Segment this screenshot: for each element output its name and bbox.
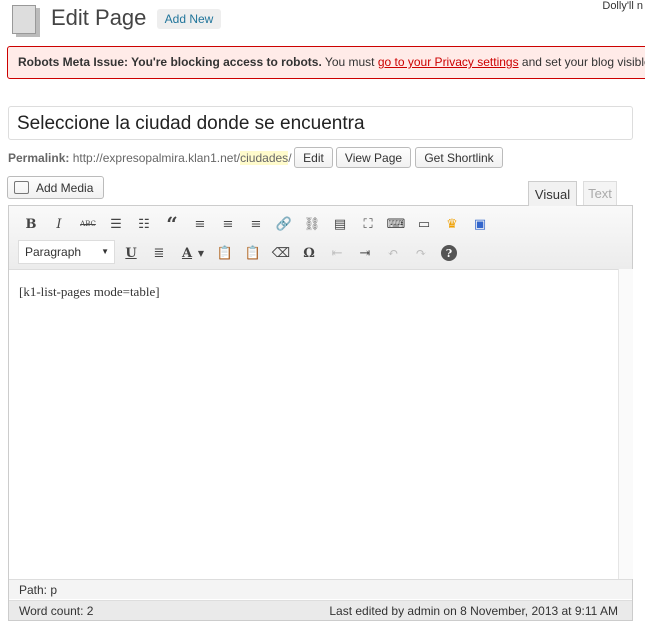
outdent-icon[interactable]: ⇤	[327, 243, 347, 263]
unlink-icon[interactable]: ⛓	[302, 214, 322, 234]
view-page-button[interactable]: View Page	[336, 147, 411, 168]
align-right-icon[interactable]: ≡	[246, 214, 266, 234]
editor: B I ABC ☰ ☷ “ ≡ ≡ ≡ 🔗 ⛓ ▤ ⛶ ⌨ ▭ ♛ ▣ Para…	[8, 205, 633, 621]
page-title: Edit Page	[51, 5, 147, 30]
add-new-button[interactable]: Add New	[157, 9, 221, 29]
notice-text: You must	[321, 55, 378, 69]
undo-icon[interactable]: ↶	[383, 243, 403, 263]
path-text: Path: p	[19, 583, 58, 597]
word-count: Word count: 2	[19, 604, 94, 618]
get-shortlink-button[interactable]: Get Shortlink	[415, 147, 503, 168]
permalink-label: Permalink:	[8, 151, 70, 165]
underline-button[interactable]: U	[121, 243, 141, 263]
add-media-label: Add Media	[36, 180, 94, 195]
notice-text-2: and set your blog visible	[518, 55, 645, 69]
editor-content[interactable]: [k1-list-pages mode=table]	[19, 284, 160, 300]
robots-notice: Robots Meta Issue: You're blocking acces…	[7, 46, 645, 79]
kitchen-sink-icon[interactable]: ⌨	[386, 214, 406, 234]
align-left-icon[interactable]: ≡	[190, 214, 210, 234]
bold-button[interactable]: B	[21, 214, 41, 234]
tab-visual[interactable]: Visual	[528, 181, 577, 206]
tab-text[interactable]: Text	[583, 181, 617, 205]
align-center-icon[interactable]: ≡	[218, 214, 238, 234]
path-bar: Path: p	[9, 579, 632, 599]
permalink-base: http://expresopalmira.klan1.net/	[72, 151, 241, 165]
add-media-button[interactable]: Add Media	[7, 176, 104, 199]
numbered-list-icon[interactable]: ☷	[134, 214, 154, 234]
help-button[interactable]: ?	[441, 245, 457, 261]
text-color-button[interactable]: A	[177, 243, 197, 263]
indent-icon[interactable]: ⇥	[355, 243, 375, 263]
text-color-dropdown-icon[interactable]: ▼	[196, 243, 206, 263]
italic-button[interactable]: I	[49, 214, 69, 234]
status-bar: Word count: 2 Last edited by admin on 8 N…	[9, 600, 632, 620]
privacy-settings-link[interactable]: go to your Privacy settings	[378, 55, 519, 69]
image-plugin-icon[interactable]: ▣	[470, 214, 490, 234]
chevron-down-icon: ▼	[101, 247, 109, 256]
permalink-row: Permalink: http://expresopalmira.klan1.n…	[8, 151, 292, 165]
notice-bold: Robots Meta Issue: You're blocking acces…	[18, 55, 322, 69]
strikethrough-button[interactable]: ABC	[78, 214, 98, 234]
hello-dolly-text: Dolly'll n	[602, 0, 643, 12]
format-select[interactable]: Paragraph ▼	[18, 240, 115, 264]
link-icon[interactable]: 🔗	[274, 214, 294, 234]
pages-icon	[12, 5, 36, 34]
fullscreen-icon[interactable]: ⛶	[358, 214, 378, 234]
clear-formatting-icon[interactable]: ⌫	[271, 243, 291, 263]
justify-icon[interactable]: ≣	[149, 243, 169, 263]
media-icon	[14, 181, 29, 194]
paste-word-icon[interactable]: 📋	[243, 243, 263, 263]
title-input[interactable]: Seleccione la ciudad donde se encuentra	[8, 106, 633, 140]
blockquote-button[interactable]: “	[162, 212, 182, 236]
last-edited: Last edited by admin on 8 November, 2013…	[329, 604, 618, 618]
redo-icon[interactable]: ↷	[411, 243, 431, 263]
special-char-button[interactable]: Ω	[299, 243, 319, 263]
plugin-icon[interactable]: ♛	[442, 214, 462, 234]
edit-permalink-button[interactable]: Edit	[294, 147, 333, 168]
paste-text-icon[interactable]: 📋	[215, 243, 235, 263]
form-icon[interactable]: ▭	[414, 214, 434, 234]
more-tag-icon[interactable]: ▤	[330, 214, 350, 234]
bullet-list-icon[interactable]: ☰	[106, 214, 126, 234]
format-select-value: Paragraph	[25, 245, 82, 259]
permalink-trail: /	[288, 151, 292, 165]
scrollbar[interactable]	[618, 269, 633, 579]
permalink-slug[interactable]: ciudades	[240, 151, 289, 165]
